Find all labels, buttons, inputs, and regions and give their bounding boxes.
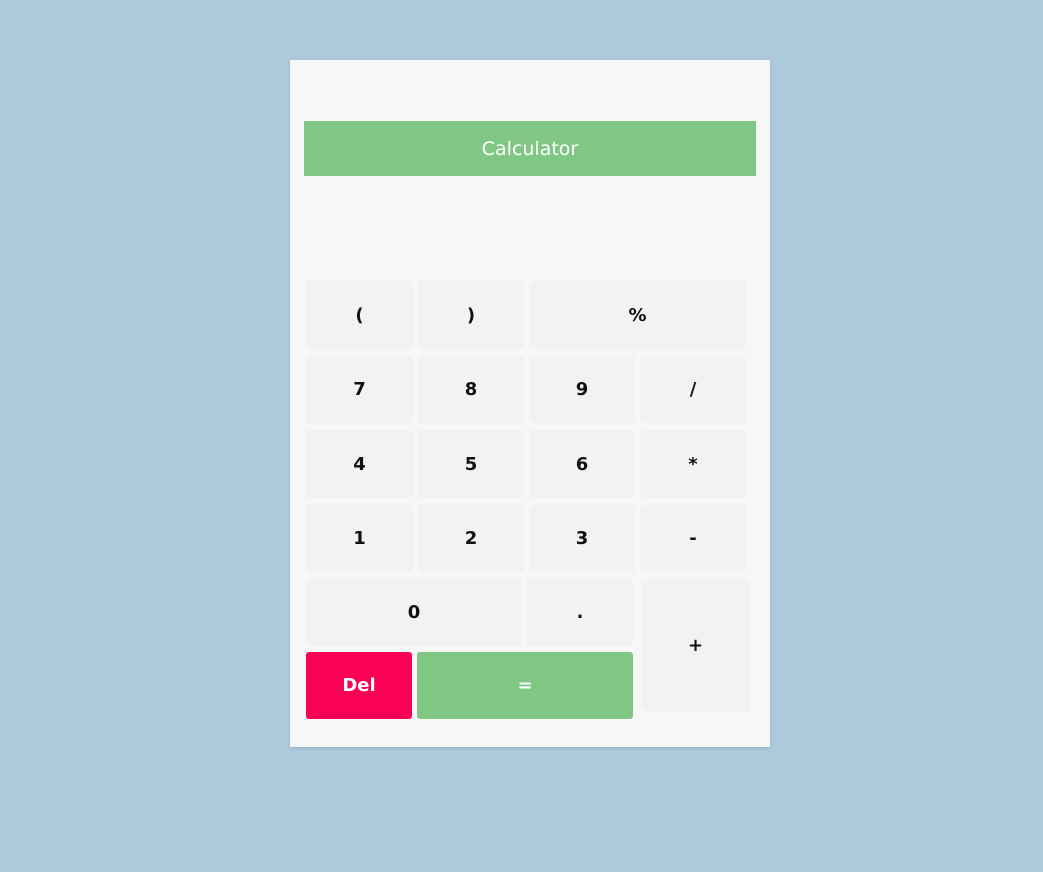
equals-button[interactable]: = [417, 652, 633, 719]
key-6[interactable]: 6 [529, 430, 635, 498]
calculator-display [304, 185, 756, 275]
key-3[interactable]: 3 [529, 505, 635, 572]
key-close-paren[interactable]: ) [418, 281, 524, 349]
calculator-card: Calculator ( ) % 7 8 9 / 4 5 6 * 1 2 3 -… [290, 60, 770, 747]
key-8[interactable]: 8 [418, 356, 524, 423]
key-decimal[interactable]: . [527, 579, 633, 646]
key-1[interactable]: 1 [306, 505, 413, 572]
key-9[interactable]: 9 [529, 356, 635, 423]
key-open-paren[interactable]: ( [306, 281, 413, 349]
delete-button[interactable]: Del [306, 652, 412, 719]
key-0[interactable]: 0 [306, 579, 522, 646]
key-7[interactable]: 7 [306, 356, 413, 423]
key-5[interactable]: 5 [418, 430, 524, 498]
key-divide[interactable]: / [640, 356, 746, 423]
key-2[interactable]: 2 [418, 505, 524, 572]
key-minus[interactable]: - [640, 505, 746, 572]
key-multiply[interactable]: * [640, 430, 746, 498]
key-4[interactable]: 4 [306, 430, 413, 498]
key-plus[interactable]: + [641, 579, 750, 711]
key-percent[interactable]: % [529, 281, 746, 349]
calculator-title: Calculator [304, 121, 756, 176]
